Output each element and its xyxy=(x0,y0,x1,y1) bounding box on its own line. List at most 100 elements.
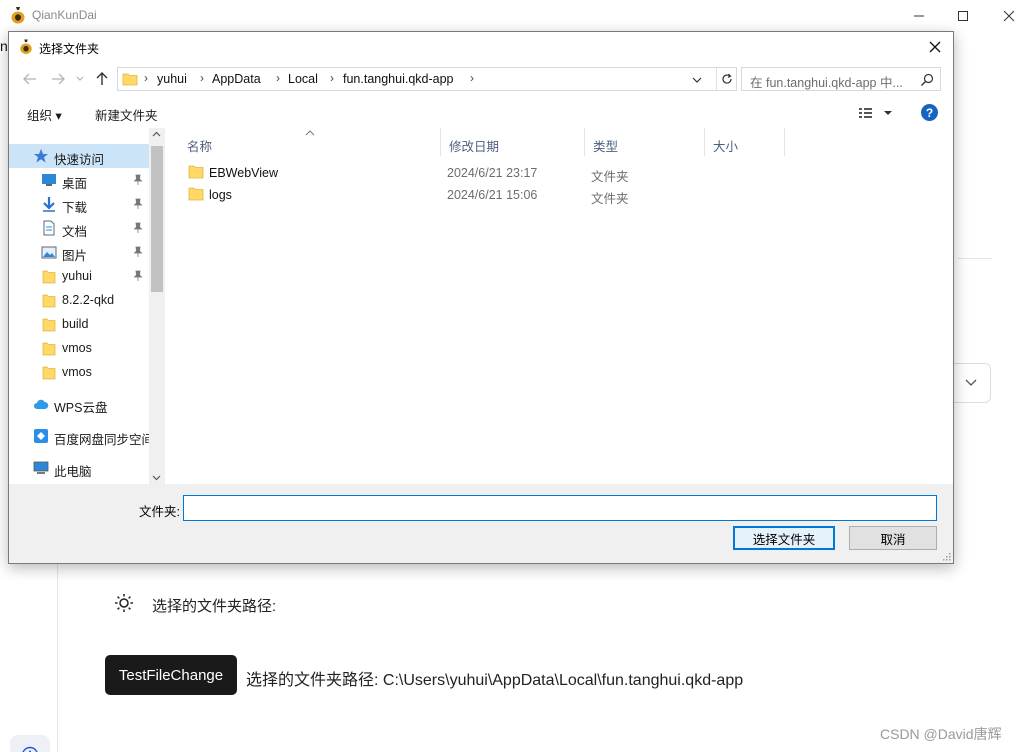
pin-icon[interactable] xyxy=(133,222,143,234)
sidebar-item-downloads[interactable]: 下载 xyxy=(9,192,149,216)
desktop-icon xyxy=(42,174,56,186)
file-date: 2024/6/21 15:06 xyxy=(447,188,538,202)
view-details-icon xyxy=(859,108,892,118)
app-titlebar: QianKunDai xyxy=(0,0,1032,31)
close-icon[interactable] xyxy=(986,0,1032,31)
table-row[interactable]: EBWebView 2024/6/21 23:17 文件夹 xyxy=(165,162,925,184)
info-button[interactable] xyxy=(10,735,50,752)
sidebar-item-822-qkd[interactable]: 8.2.2-qkd xyxy=(9,288,149,312)
new-folder-button[interactable]: 新建文件夹 xyxy=(95,105,158,124)
sidebar-item-wps-cloud[interactable]: WPS云盘 xyxy=(9,392,149,416)
sidebar-item-label: build xyxy=(62,317,89,331)
sidebar-item-label: 快速访问 xyxy=(54,153,105,167)
folder-icon xyxy=(42,294,56,308)
search-icon xyxy=(921,73,934,86)
cancel-button[interactable]: 取消 xyxy=(849,526,937,550)
close-icon xyxy=(929,41,941,53)
column-header-type[interactable]: 类型 xyxy=(585,128,705,156)
chevron-up-icon[interactable] xyxy=(152,131,161,137)
file-type: 文件夹 xyxy=(591,192,629,206)
sidebar-item-label: 百度网盘同步空间 xyxy=(54,433,155,447)
minimize-icon[interactable] xyxy=(896,0,942,31)
breadcrumb-item[interactable]: AppData xyxy=(212,72,261,86)
view-options-button[interactable] xyxy=(857,104,897,122)
sidebar-item-desktop[interactable]: 桌面 xyxy=(9,168,149,192)
dialog-close-button[interactable] xyxy=(921,34,949,60)
help-icon[interactable]: ? xyxy=(921,104,938,121)
download-icon xyxy=(43,197,55,212)
folder-icon xyxy=(42,342,56,356)
breadcrumb-separator: › xyxy=(470,71,474,85)
app-sidebar-letter: n xyxy=(0,38,8,54)
organize-button[interactable]: 组织 ▾ xyxy=(27,105,62,124)
star-icon xyxy=(34,149,48,163)
folder-field-label: 文件夹: xyxy=(139,505,180,519)
app-title: QianKunDai xyxy=(32,8,97,22)
sidebar-item-label: 图片 xyxy=(62,249,88,263)
sidebar-item-build[interactable]: build xyxy=(9,312,149,336)
dialog-footer: 文件夹: 选择文件夹 取消 xyxy=(9,484,953,563)
folder-icon xyxy=(122,73,138,86)
address-bar[interactable]: › yuhui › AppData › Local › fun.tanghui.… xyxy=(117,67,737,91)
dialog-title: 选择文件夹 xyxy=(39,42,100,56)
navigation-bar: › yuhui › AppData › Local › fun.tanghui.… xyxy=(9,64,953,94)
file-date: 2024/6/21 23:17 xyxy=(447,166,538,180)
sidebar-item-label: vmos xyxy=(62,341,92,355)
dropdown-select[interactable] xyxy=(952,363,991,403)
breadcrumb-item[interactable]: fun.tanghui.qkd-app xyxy=(343,72,454,86)
breadcrumb-item[interactable]: yuhui xyxy=(157,72,187,86)
chevron-down-icon[interactable] xyxy=(152,475,161,481)
column-header-size[interactable]: 大小 xyxy=(705,128,785,156)
search-box[interactable]: 在 fun.tanghui.qkd-app 中... xyxy=(741,67,941,91)
pin-icon[interactable] xyxy=(133,246,143,258)
breadcrumb-separator: › xyxy=(200,71,204,85)
sidebar-item-documents[interactable]: 文档 xyxy=(9,216,149,240)
refresh-button[interactable] xyxy=(716,68,736,90)
money-bag-logo-icon xyxy=(20,39,32,54)
sidebar-item-label: vmos xyxy=(62,365,92,379)
sidebar-item-baidu-sync[interactable]: 百度网盘同步空间 xyxy=(9,424,154,448)
sidebar-item-vmos[interactable]: vmos xyxy=(9,336,149,360)
dialog-titlebar: 选择文件夹 xyxy=(9,32,953,62)
column-header-date[interactable]: 修改日期 xyxy=(441,128,585,156)
column-header-name[interactable]: 名称 xyxy=(179,128,441,156)
scrollbar-thumb[interactable] xyxy=(151,146,163,292)
sidebar-item-yuhui[interactable]: yuhui xyxy=(9,264,149,288)
sidebar-item-quick-access[interactable]: 快速访问 xyxy=(9,144,149,168)
search-input[interactable]: 在 fun.tanghui.qkd-app 中... xyxy=(750,72,903,91)
navigation-scrollbar[interactable] xyxy=(149,128,165,484)
maximize-icon[interactable] xyxy=(940,0,986,31)
forward-button[interactable] xyxy=(47,68,69,90)
breadcrumb-separator: › xyxy=(330,71,334,85)
chevron-down-icon xyxy=(76,76,84,81)
up-button[interactable] xyxy=(91,68,113,90)
back-button[interactable] xyxy=(19,68,41,90)
address-history-dropdown[interactable] xyxy=(692,71,708,89)
pin-icon[interactable] xyxy=(133,198,143,210)
sidebar-item-label: WPS云盘 xyxy=(54,401,108,415)
recent-locations-button[interactable] xyxy=(73,68,87,90)
file-name: logs xyxy=(209,188,232,202)
sidebar-item-vmos[interactable]: vmos xyxy=(9,360,149,384)
select-folder-button[interactable]: 选择文件夹 xyxy=(733,526,835,550)
selected-path-label: 选择的文件夹路径: xyxy=(152,598,277,615)
resize-grip-icon[interactable] xyxy=(941,551,951,561)
sidebar-item-label: yuhui xyxy=(62,269,92,283)
pin-icon[interactable] xyxy=(133,270,143,282)
sidebar-item-label: 桌面 xyxy=(62,177,88,191)
folder-icon xyxy=(42,270,56,284)
baidu-sync-icon xyxy=(34,429,48,443)
pin-icon[interactable] xyxy=(133,174,143,186)
sidebar-item-this-pc[interactable]: 此电脑 xyxy=(9,456,149,480)
picture-icon xyxy=(41,246,57,259)
watermark: CSDN @David唐辉 xyxy=(880,726,1002,742)
chevron-down-icon xyxy=(965,379,977,386)
sidebar-item-pictures[interactable]: 图片 xyxy=(9,240,149,264)
folder-icon xyxy=(188,187,204,201)
folder-name-input[interactable] xyxy=(183,495,937,521)
test-file-change-button[interactable]: TestFileChange xyxy=(105,655,237,695)
breadcrumb-item[interactable]: Local xyxy=(288,72,318,86)
table-row[interactable]: logs 2024/6/21 15:06 文件夹 xyxy=(165,184,925,206)
breadcrumb-separator: › xyxy=(276,71,280,85)
sidebar-item-label: 文档 xyxy=(62,225,88,239)
